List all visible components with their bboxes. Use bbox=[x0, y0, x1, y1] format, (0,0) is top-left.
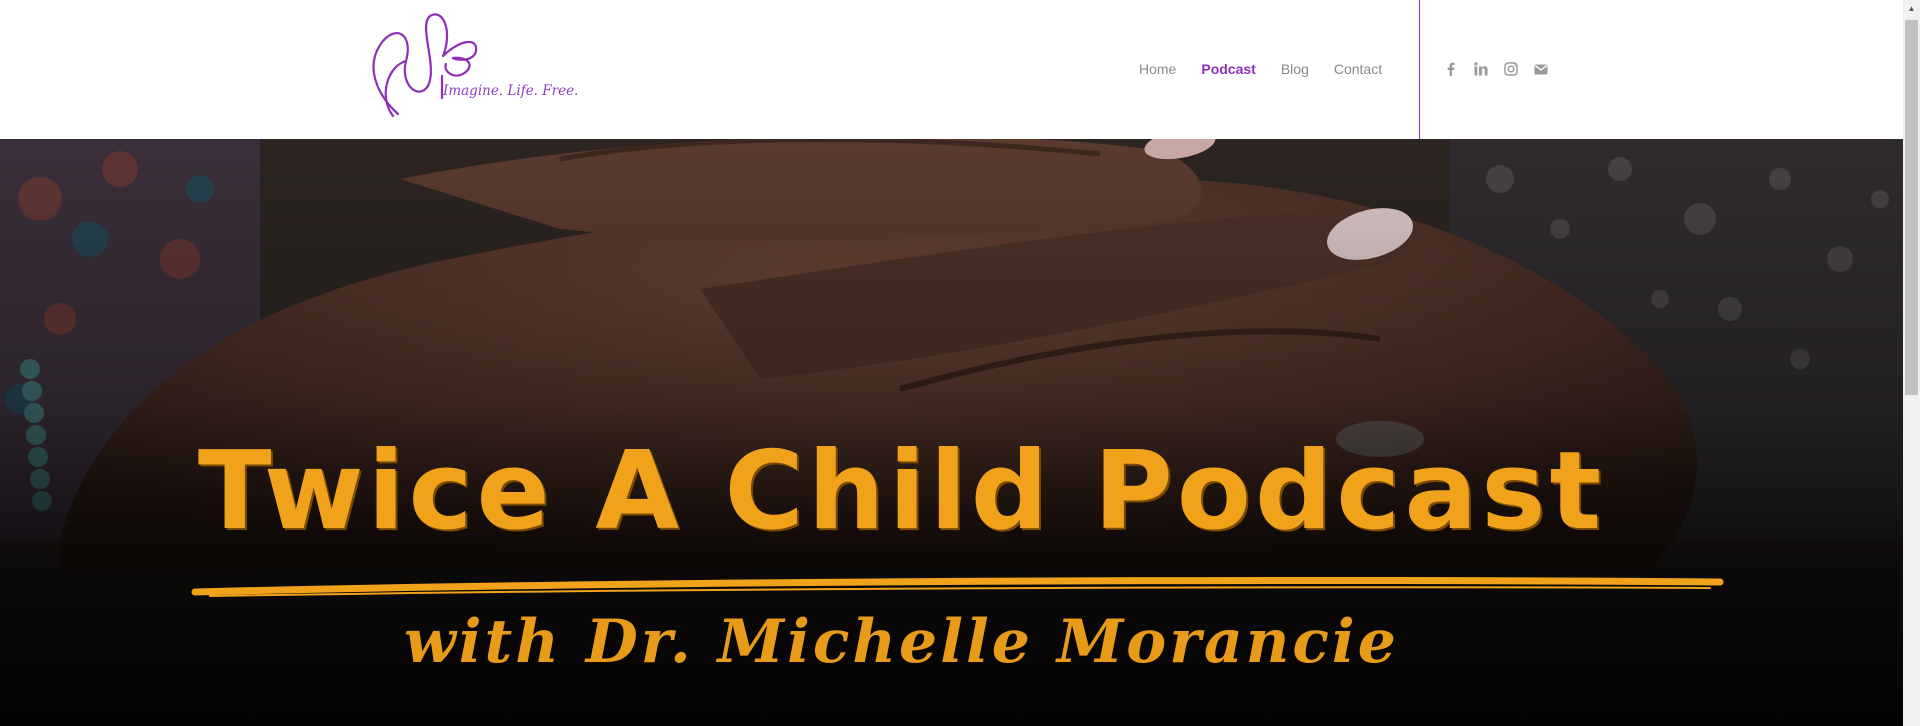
butterfly-logo-icon bbox=[372, 13, 478, 118]
nav-item-contact[interactable]: Contact bbox=[1321, 60, 1394, 78]
scrollbar-thumb[interactable] bbox=[1905, 20, 1918, 395]
title-underline bbox=[191, 576, 1724, 597]
facebook-icon[interactable] bbox=[1443, 60, 1459, 78]
scroll-up-arrow-icon[interactable]: ▲ bbox=[1903, 0, 1920, 17]
site-header: Imagine. Life. Free. Home Podcast Blog C… bbox=[0, 0, 1903, 139]
page: Imagine. Life. Free. Home Podcast Blog C… bbox=[0, 0, 1920, 726]
instagram-icon[interactable] bbox=[1503, 60, 1519, 78]
nav-divider bbox=[1419, 0, 1420, 139]
hero-banner: Twice A Child Podcast with Dr. Michelle … bbox=[0, 139, 1903, 726]
nav-item-home[interactable]: Home bbox=[1139, 60, 1189, 78]
site-logo[interactable]: Imagine. Life. Free. bbox=[358, 6, 578, 120]
logo-tagline: Imagine. Life. Free. bbox=[443, 83, 579, 99]
vertical-scrollbar[interactable]: ▲ bbox=[1903, 0, 1920, 726]
main-nav: Home Podcast Blog Contact bbox=[1139, 60, 1395, 78]
nav-item-blog[interactable]: Blog bbox=[1268, 60, 1321, 78]
nav-item-podcast[interactable]: Podcast bbox=[1189, 60, 1268, 78]
hero-subtitle: with Dr. Michelle Morancie bbox=[404, 607, 1399, 677]
hero-title: Twice A Child Podcast bbox=[197, 429, 1606, 554]
social-links bbox=[1443, 60, 1549, 78]
linkedin-icon[interactable] bbox=[1473, 60, 1489, 78]
mail-icon[interactable] bbox=[1533, 60, 1549, 78]
